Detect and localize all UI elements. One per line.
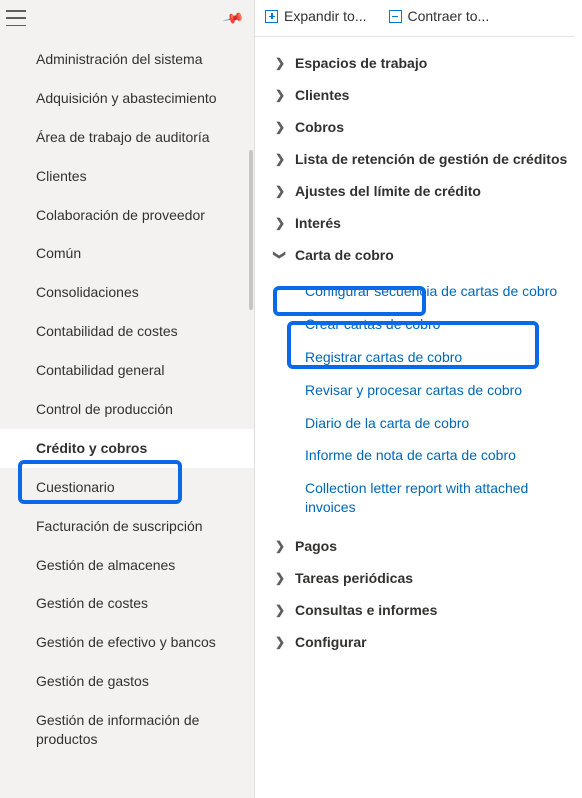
submenu-item-diario-carta[interactable]: Diario de la carta de cobro xyxy=(299,407,574,440)
sidebar-item-label: Crédito y cobros xyxy=(36,440,147,456)
tree-item-label: Cobros xyxy=(295,119,344,135)
submenu-item-crear-cartas[interactable]: Crear cartas de cobro xyxy=(299,308,574,341)
tree-item-configurar[interactable]: ❯ Configurar xyxy=(259,626,574,658)
chevron-right-icon: ❯ xyxy=(273,184,287,198)
main-panel: Expandir to... Contraer to... ❯ Espacios… xyxy=(255,0,582,798)
submenu-item-label: Diario de la carta de cobro xyxy=(305,415,469,431)
sidebar-item-label: Gestión de información de productos xyxy=(36,712,199,747)
tree-item-label: Clientes xyxy=(295,87,349,103)
chevron-right-icon: ❯ xyxy=(273,539,287,553)
sidebar-item-label: Consolidaciones xyxy=(36,284,139,300)
sidebar-item-proveedor[interactable]: Colaboración de proveedor xyxy=(0,196,254,235)
tree-item-clientes[interactable]: ❯ Clientes xyxy=(259,79,574,111)
nav-tree: ❯ Espacios de trabajo ❯ Clientes ❯ Cobro… xyxy=(255,37,574,658)
sidebar-item-adquisicion[interactable]: Adquisición y abastecimiento xyxy=(0,79,254,118)
hamburger-icon[interactable] xyxy=(6,10,26,26)
tree-item-label: Espacios de trabajo xyxy=(295,55,427,71)
sidebar-item-contab-general[interactable]: Contabilidad general xyxy=(0,351,254,390)
submenu-item-collection-report[interactable]: Collection letter report with attached i… xyxy=(299,472,574,524)
tree-item-label: Configurar xyxy=(295,634,367,650)
submenu-item-label: Registrar cartas de cobro xyxy=(305,349,462,365)
sidebar-item-gestion-info-productos[interactable]: Gestión de información de productos xyxy=(0,701,254,759)
toolbar: Expandir to... Contraer to... xyxy=(255,0,574,37)
sidebar-item-credito-cobros[interactable]: Crédito y cobros xyxy=(0,429,254,468)
tree-item-label: Consultas e informes xyxy=(295,602,437,618)
sidebar-item-label: Control de producción xyxy=(36,401,173,417)
sidebar-item-label: Cuestionario xyxy=(36,479,115,495)
tree-item-interes[interactable]: ❯ Interés xyxy=(259,207,574,239)
tree-item-pagos[interactable]: ❯ Pagos xyxy=(259,530,574,562)
sidebar-item-label: Gestión de efectivo y bancos xyxy=(36,634,216,650)
sidebar-item-contab-costes[interactable]: Contabilidad de costes xyxy=(0,312,254,351)
sidebar-item-gestion-almacenes[interactable]: Gestión de almacenes xyxy=(0,546,254,585)
toolbar-label: Contraer to... xyxy=(408,8,490,24)
submenu-item-label: Revisar y procesar cartas de cobro xyxy=(305,382,522,398)
submenu-carta-cobro: Configurar secuencia de cartas de cobro … xyxy=(259,271,574,530)
sidebar-item-label: Colaboración de proveedor xyxy=(36,207,205,223)
sidebar-item-admin-sistema[interactable]: Administración del sistema xyxy=(0,40,254,79)
expand-icon xyxy=(265,10,278,23)
sidebar-item-label: Clientes xyxy=(36,168,87,184)
tree-item-label: Carta de cobro xyxy=(295,247,394,263)
tree-item-lista-retencion[interactable]: ❯ Lista de retención de gestión de crédi… xyxy=(259,143,574,175)
toolbar-label: Expandir to... xyxy=(284,8,367,24)
tree-item-label: Lista de retención de gestión de crédito… xyxy=(295,151,567,167)
sidebar-item-comun[interactable]: Común xyxy=(0,234,254,273)
submenu-item-label: Crear cartas de cobro xyxy=(305,316,440,332)
sidebar-list: Administración del sistema Adquisición y… xyxy=(0,36,254,763)
chevron-right-icon: ❯ xyxy=(273,152,287,166)
submenu-item-label: Collection letter report with attached i… xyxy=(305,480,528,515)
sidebar-item-gestion-gastos[interactable]: Gestión de gastos xyxy=(0,662,254,701)
submenu-item-informe-nota[interactable]: Informe de nota de carta de cobro xyxy=(299,439,574,472)
chevron-right-icon: ❯ xyxy=(273,88,287,102)
collapse-all-button[interactable]: Contraer to... xyxy=(389,8,490,24)
pin-icon[interactable]: 📌 xyxy=(221,6,245,29)
collapse-icon xyxy=(389,10,402,23)
chevron-right-icon: ❯ xyxy=(273,120,287,134)
sidebar-item-gestion-costes[interactable]: Gestión de costes xyxy=(0,584,254,623)
sidebar-item-label: Contabilidad de costes xyxy=(36,323,178,339)
submenu-item-configurar-secuencia[interactable]: Configurar secuencia de cartas de cobro xyxy=(299,275,574,308)
submenu-item-revisar-procesar[interactable]: Revisar y procesar cartas de cobro xyxy=(299,374,574,407)
tree-item-label: Ajustes del límite de crédito xyxy=(295,183,481,199)
sidebar-item-cuestionario[interactable]: Cuestionario xyxy=(0,468,254,507)
sidebar-item-label: Común xyxy=(36,245,81,261)
chevron-right-icon: ❯ xyxy=(273,216,287,230)
sidebar-item-clientes[interactable]: Clientes xyxy=(0,157,254,196)
tree-item-espacios-trabajo[interactable]: ❯ Espacios de trabajo xyxy=(259,47,574,79)
chevron-right-icon: ❯ xyxy=(273,56,287,70)
sidebar-item-gestion-efectivo[interactable]: Gestión de efectivo y bancos xyxy=(0,623,254,662)
tree-item-label: Tareas periódicas xyxy=(295,570,413,586)
chevron-right-icon: ❯ xyxy=(273,571,287,585)
sidebar-item-fact-suscripcion[interactable]: Facturación de suscripción xyxy=(0,507,254,546)
sidebar-item-label: Gestión de gastos xyxy=(36,673,149,689)
sidebar-item-control-produccion[interactable]: Control de producción xyxy=(0,390,254,429)
tree-item-ajustes-limite[interactable]: ❯ Ajustes del límite de crédito xyxy=(259,175,574,207)
sidebar-item-label: Administración del sistema xyxy=(36,51,203,67)
tree-item-label: Interés xyxy=(295,215,341,231)
sidebar-item-auditoria[interactable]: Área de trabajo de auditoría xyxy=(0,118,254,157)
sidebar-item-label: Adquisición y abastecimiento xyxy=(36,90,217,106)
tree-item-cobros[interactable]: ❯ Cobros xyxy=(259,111,574,143)
sidebar-top-bar: 📌 xyxy=(0,0,254,36)
expand-all-button[interactable]: Expandir to... xyxy=(265,8,367,24)
sidebar-item-label: Gestión de almacenes xyxy=(36,557,175,573)
sidebar-item-label: Área de trabajo de auditoría xyxy=(36,129,210,145)
sidebar-item-label: Gestión de costes xyxy=(36,595,148,611)
tree-item-label: Pagos xyxy=(295,538,337,554)
sidebar-scrollbar[interactable] xyxy=(249,150,253,310)
sidebar-item-label: Facturación de suscripción xyxy=(36,518,203,534)
tree-item-tareas-periodicas[interactable]: ❯ Tareas periódicas xyxy=(259,562,574,594)
submenu-item-label: Informe de nota de carta de cobro xyxy=(305,447,516,463)
sidebar-item-label: Contabilidad general xyxy=(36,362,164,378)
chevron-right-icon: ❯ xyxy=(273,603,287,617)
modules-sidebar: 📌 Administración del sistema Adquisición… xyxy=(0,0,255,798)
submenu-item-registrar-cartas[interactable]: Registrar cartas de cobro xyxy=(299,341,574,374)
tree-item-consultas-informes[interactable]: ❯ Consultas e informes xyxy=(259,594,574,626)
submenu-item-label: Configurar secuencia de cartas de cobro xyxy=(305,283,557,299)
sidebar-item-consolidaciones[interactable]: Consolidaciones xyxy=(0,273,254,312)
chevron-right-icon: ❯ xyxy=(273,635,287,649)
chevron-down-icon: ❯ xyxy=(273,248,287,262)
tree-item-carta-cobro[interactable]: ❯ Carta de cobro xyxy=(259,239,574,271)
